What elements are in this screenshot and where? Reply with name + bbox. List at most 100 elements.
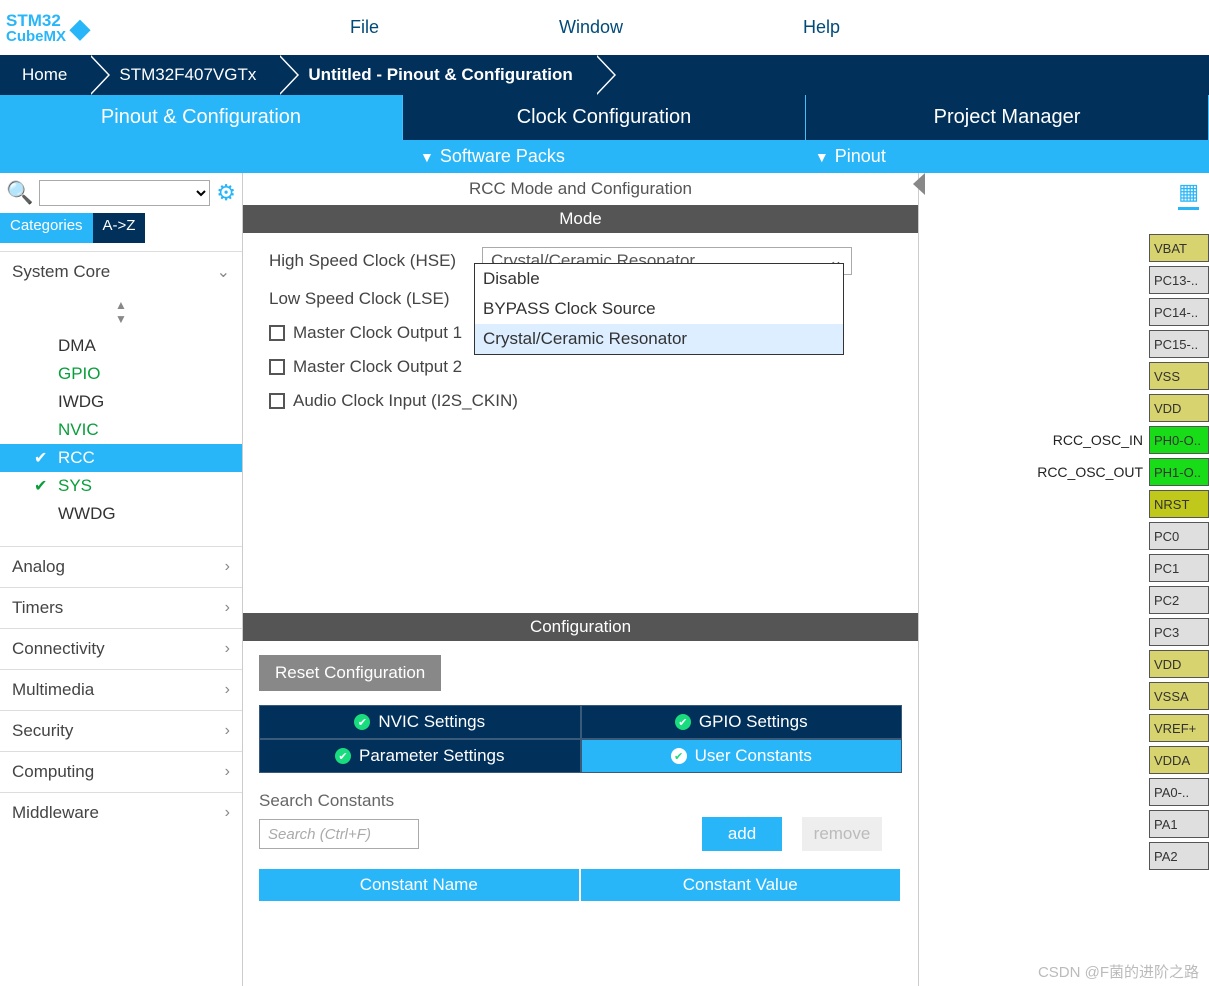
tab-parameter-settings[interactable]: ✔Parameter Settings [259, 739, 581, 773]
tab-clock-config[interactable]: Clock Configuration [403, 95, 806, 140]
sort-icon[interactable]: ▲▼ [0, 296, 242, 332]
group-timers[interactable]: Timers› [0, 587, 242, 628]
pin-pc15[interactable]: PC15-.. [1149, 330, 1209, 358]
reset-config-button[interactable]: Reset Configuration [259, 655, 441, 691]
tab-project-manager[interactable]: Project Manager [806, 95, 1209, 140]
right-panel: ▦ VBAT PC13-.. PC14-.. PC15-.. VSS VDD R… [919, 173, 1209, 986]
signal-osc-in: RCC_OSC_IN [1053, 432, 1143, 448]
group-middleware[interactable]: Middleware› [0, 792, 242, 833]
tree-item-iwdg[interactable]: IWDG [0, 388, 242, 416]
group-security[interactable]: Security› [0, 710, 242, 751]
chevron-down-icon: ▼ [815, 149, 829, 165]
search-icon[interactable]: 🔍 [6, 180, 33, 206]
tree-item-rcc[interactable]: ✔RCC [0, 444, 242, 472]
chevron-right-icon: › [225, 558, 230, 576]
pin-pa2[interactable]: PA2 [1149, 842, 1209, 870]
pin-vdd2[interactable]: VDD [1149, 650, 1209, 678]
pin-pc14[interactable]: PC14-.. [1149, 298, 1209, 326]
search-select[interactable] [39, 180, 210, 206]
left-panel: 🔍 ⚙ Categories A->Z System Core⌄ ▲▼ DMA … [0, 173, 243, 986]
crumb-device[interactable]: STM32F407VGTx [89, 55, 278, 95]
chevron-right-icon: › [225, 804, 230, 822]
pin-vref[interactable]: VREF+ [1149, 714, 1209, 742]
menu-help[interactable]: Help [803, 17, 840, 38]
opt-disable[interactable]: Disable [475, 264, 843, 294]
check-icon: ✔ [335, 748, 351, 764]
tab-az[interactable]: A->Z [93, 213, 146, 243]
mco1-label: Master Clock Output 1 [293, 323, 462, 343]
tree-item-sys[interactable]: ✔SYS [0, 472, 242, 500]
watermark: CSDN @F菌的进阶之路 [1038, 961, 1199, 982]
group-computing[interactable]: Computing› [0, 751, 242, 792]
chevron-right-icon: › [225, 681, 230, 699]
pin-pc0[interactable]: PC0 [1149, 522, 1209, 550]
audio-label: Audio Clock Input (I2S_CKIN) [293, 391, 518, 411]
config-header: Configuration [243, 613, 918, 641]
pin-pc3[interactable]: PC3 [1149, 618, 1209, 646]
pin-ph1[interactable]: PH1-O.. [1149, 458, 1209, 486]
topbar: STM32 CubeMX ◆ File Window Help [0, 0, 1209, 55]
check-icon: ✔ [34, 448, 47, 468]
pin-vdd[interactable]: VDD [1149, 394, 1209, 422]
add-button[interactable]: add [702, 817, 782, 851]
tab-nvic-settings[interactable]: ✔NVIC Settings [259, 705, 581, 739]
center-title: RCC Mode and Configuration [243, 173, 918, 205]
sub-software-packs[interactable]: ▼Software Packs [420, 140, 565, 173]
crumb-page[interactable]: Untitled - Pinout & Configuration [278, 55, 594, 95]
tab-categories[interactable]: Categories [0, 213, 93, 243]
mco2-label: Master Clock Output 2 [293, 357, 462, 377]
constants-table-header: Constant Name Constant Value [259, 869, 902, 901]
constants-area: Search Constants Search (Ctrl+F) add rem… [259, 791, 902, 849]
mco2-checkbox[interactable] [269, 359, 285, 375]
tree-item-wwdg[interactable]: WWDG [0, 500, 242, 528]
pin-nrst[interactable]: NRST [1149, 490, 1209, 518]
chevron-right-icon: › [225, 599, 230, 617]
tab-pinout-config[interactable]: Pinout & Configuration [0, 95, 403, 140]
pin-pa0[interactable]: PA0-.. [1149, 778, 1209, 806]
group-multimedia[interactable]: Multimedia› [0, 669, 242, 710]
crumb-home[interactable]: Home [0, 55, 89, 95]
breadcrumb: Home STM32F407VGTx Untitled - Pinout & C… [0, 55, 1209, 95]
pin-pc13[interactable]: PC13-.. [1149, 266, 1209, 294]
config-tabs: ✔NVIC Settings ✔GPIO Settings ✔Parameter… [259, 705, 902, 773]
pin-pa1[interactable]: PA1 [1149, 810, 1209, 838]
pin-vbat[interactable]: VBAT [1149, 234, 1209, 262]
pin-vssa[interactable]: VSSA [1149, 682, 1209, 710]
check-icon: ✔ [671, 748, 687, 764]
category-tabs: Categories A->Z [0, 213, 242, 243]
opt-bypass[interactable]: BYPASS Clock Source [475, 294, 843, 324]
tree-item-dma[interactable]: DMA [0, 332, 242, 360]
group-system-core[interactable]: System Core⌄ [0, 251, 242, 292]
tab-gpio-settings[interactable]: ✔GPIO Settings [581, 705, 903, 739]
pin-column: VBAT PC13-.. PC14-.. PC15-.. VSS VDD RCC… [1037, 233, 1209, 873]
logo-line2: CubeMX [6, 29, 66, 44]
tree-item-gpio[interactable]: GPIO [0, 360, 242, 388]
pin-vdda[interactable]: VDDA [1149, 746, 1209, 774]
tree-item-nvic[interactable]: NVIC [0, 416, 242, 444]
remove-button[interactable]: remove [802, 817, 882, 851]
col-constant-value[interactable]: Constant Value [581, 869, 901, 901]
menu-file[interactable]: File [350, 17, 379, 38]
col-constant-name[interactable]: Constant Name [259, 869, 579, 901]
menubar: File Window Help [350, 17, 840, 38]
chevron-right-icon: › [225, 640, 230, 658]
pin-vss[interactable]: VSS [1149, 362, 1209, 390]
gear-icon[interactable]: ⚙ [216, 180, 236, 206]
group-connectivity[interactable]: Connectivity› [0, 628, 242, 669]
chip-icon[interactable]: ▦ [1178, 179, 1199, 210]
menu-window[interactable]: Window [559, 17, 623, 38]
signal-osc-out: RCC_OSC_OUT [1037, 464, 1143, 480]
opt-crystal[interactable]: Crystal/Ceramic Resonator [475, 324, 843, 354]
sub-pinout[interactable]: ▼Pinout [815, 140, 886, 173]
search-constants-input[interactable]: Search (Ctrl+F) [259, 819, 419, 849]
mco1-checkbox[interactable] [269, 325, 285, 341]
pin-ph0[interactable]: PH0-O.. [1149, 426, 1209, 454]
logo: STM32 CubeMX ◆ [0, 12, 120, 44]
tab-user-constants[interactable]: ✔User Constants [581, 739, 903, 773]
pin-pc2[interactable]: PC2 [1149, 586, 1209, 614]
group-analog[interactable]: Analog› [0, 546, 242, 587]
audio-checkbox[interactable] [269, 393, 285, 409]
mode-body: High Speed Clock (HSE) Crystal/Ceramic R… [243, 233, 918, 613]
pin-pc1[interactable]: PC1 [1149, 554, 1209, 582]
chevron-down-icon: ⌄ [217, 262, 230, 282]
